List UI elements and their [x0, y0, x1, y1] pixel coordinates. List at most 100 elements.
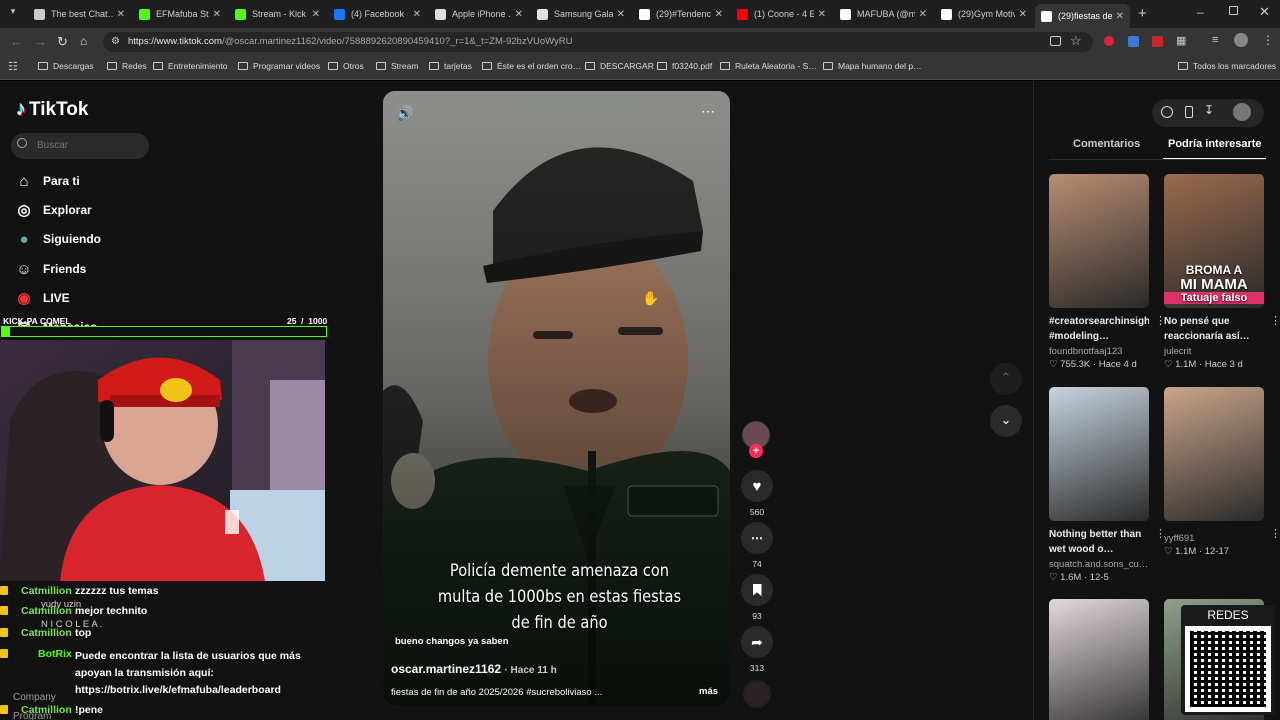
video-thumbnail[interactable]: [1164, 387, 1264, 521]
comment-button[interactable]: ⋯: [741, 522, 773, 554]
close-tab-icon[interactable]: ✕: [818, 9, 826, 20]
close-tab-icon[interactable]: ✕: [515, 9, 523, 20]
bookmark-item[interactable]: Stream: [376, 61, 418, 71]
browser-tab[interactable]: MAFUBA (@m… ✕: [834, 3, 933, 25]
close-tab-icon[interactable]: ✕: [1116, 11, 1124, 22]
video-player[interactable]: 🔊 ⋯ Policía demente amenaza con multa de…: [383, 91, 730, 706]
close-tab-icon[interactable]: ✕: [617, 9, 625, 20]
video-thumbnail[interactable]: BROMA A MI MAMA Tatuaje falso: [1164, 174, 1264, 308]
browser-tab[interactable]: Apple iPhone … ✕: [429, 3, 529, 25]
close-tab-icon[interactable]: ✕: [919, 9, 927, 20]
site-info-icon[interactable]: ⚙: [111, 36, 120, 47]
browser-tab[interactable]: (29)fiestas de f… ✕: [1035, 4, 1130, 28]
tab-suggested[interactable]: Podría interesarte: [1168, 138, 1262, 150]
back-button[interactable]: ←: [10, 34, 23, 49]
nav-item[interactable]: ● Siguiendo: [14, 228, 101, 250]
browser-tab[interactable]: (29)Gym Motiv… ✕: [935, 3, 1033, 25]
extension-red-icon[interactable]: [1104, 36, 1114, 46]
browser-tab-title: (29)#Tendencia…: [656, 9, 711, 19]
forward-button[interactable]: →: [34, 34, 47, 49]
profile-icon[interactable]: [1233, 103, 1251, 121]
browser-tab[interactable]: (1) Coone - 4 E… ✕: [731, 3, 832, 25]
previous-video-button[interactable]: ⌃: [990, 363, 1022, 395]
save-button[interactable]: [741, 574, 773, 606]
bookmark-item[interactable]: Programar videos: [238, 61, 320, 71]
suggested-video-card[interactable]: #creatorsearchinsights #modeling… foundbn…: [1049, 174, 1166, 370]
suggested-video-card[interactable]: Nothing better than wet wood o… squatch.a…: [1049, 387, 1166, 583]
browser-tab[interactable]: (4) Facebook ✕: [328, 3, 427, 25]
suggested-video-card[interactable]: [1049, 599, 1149, 720]
tab-search-button[interactable]: ▾: [6, 6, 20, 20]
more-description-button[interactable]: más: [699, 686, 718, 697]
suggested-video-card[interactable]: yyff691 ♡ 1.1M · 12-17 ⋮: [1164, 387, 1280, 557]
download-icon[interactable]: ↧: [1204, 103, 1214, 117]
maximize-button[interactable]: [1229, 6, 1238, 15]
separator-dot: ·: [1196, 546, 1205, 557]
like-button[interactable]: ♥: [741, 470, 773, 502]
extension-translate-icon[interactable]: [1128, 36, 1139, 47]
nav-item[interactable]: ☺ Friends: [14, 258, 86, 280]
bookmark-item[interactable]: Entretenimiento: [153, 61, 228, 71]
tab-comments[interactable]: Comentarios: [1073, 138, 1140, 150]
mute-speaker-icon[interactable]: 🔊: [396, 105, 413, 122]
bookmark-item[interactable]: Otros: [328, 61, 364, 71]
suggested-video-card[interactable]: BROMA A MI MAMA Tatuaje falso No pensé que …: [1164, 174, 1280, 370]
extension-m-icon[interactable]: [1152, 36, 1163, 47]
close-tab-icon[interactable]: ✕: [715, 9, 723, 20]
close-tab-icon[interactable]: ✕: [213, 9, 221, 20]
bookmark-item[interactable]: Mapa humano del p…: [823, 61, 922, 71]
bookmark-item[interactable]: f03240.pdf: [657, 61, 712, 71]
video-thumbnail[interactable]: [1049, 599, 1149, 720]
extensions-puzzle-icon[interactable]: ▦: [1176, 34, 1186, 47]
video-more-icon[interactable]: ⋯: [701, 103, 716, 120]
share-button[interactable]: ➦: [741, 626, 773, 658]
tab-divider: [1049, 159, 1266, 160]
bookmark-item[interactable]: tarjetas: [429, 61, 472, 71]
music-disc-icon[interactable]: [743, 680, 771, 708]
browser-tab[interactable]: Samsung Gala… ✕: [531, 3, 631, 25]
card-more-icon[interactable]: ⋮: [1270, 527, 1280, 540]
search-input[interactable]: [11, 133, 149, 159]
apps-grid-icon[interactable]: ☷: [8, 60, 18, 73]
close-tab-icon[interactable]: ✕: [117, 9, 125, 20]
close-window-button[interactable]: ✕: [1259, 4, 1270, 20]
tiktok-logo[interactable]: ♪ TikTok: [16, 98, 88, 121]
video-thumbnail[interactable]: [1049, 174, 1149, 308]
card-more-icon[interactable]: ⋮: [1270, 314, 1280, 327]
bookmark-item[interactable]: Éste es el orden cro…: [482, 61, 581, 71]
bookmark-item[interactable]: Redes: [107, 61, 147, 71]
home-button[interactable]: ⌂: [80, 34, 87, 48]
bookmark-item[interactable]: DESCARGAR: [585, 61, 654, 71]
browser-tab-title: Stream - Kick D…: [252, 9, 308, 19]
browser-tab[interactable]: The best Chat… ✕: [28, 3, 131, 25]
close-tab-icon[interactable]: ✕: [312, 9, 320, 20]
bookmark-item[interactable]: Ruleta Aleatoria - S…: [720, 61, 817, 71]
new-tab-button[interactable]: +: [1138, 5, 1147, 22]
next-video-button[interactable]: ⌄: [990, 405, 1022, 437]
follow-plus-button[interactable]: +: [749, 444, 763, 458]
nav-item[interactable]: ◉ LIVE: [14, 287, 69, 309]
browser-tab[interactable]: (29)#Tendencia… ✕: [633, 3, 729, 25]
device-icon[interactable]: [1185, 106, 1193, 118]
all-bookmarks-folder[interactable]: Todos los marcadores: [1178, 61, 1276, 71]
video-thumbnail[interactable]: [1049, 387, 1149, 521]
nav-item[interactable]: ◎ Explorar: [14, 199, 91, 221]
chat-text: top: [75, 627, 92, 639]
browser-tab[interactable]: Stream - Kick D… ✕: [229, 3, 326, 25]
streamer-webcam-image: [0, 340, 325, 581]
browser-menu-icon[interactable]: ⋮: [1262, 33, 1274, 47]
url-text[interactable]: https://www.tiktok.com/@oscar.martinez11…: [128, 36, 573, 47]
video-author-link[interactable]: oscar.martinez1162 · Hace 11 h: [391, 662, 557, 676]
bookmark-star-icon[interactable]: ☆: [1070, 33, 1082, 49]
close-tab-icon[interactable]: ✕: [413, 9, 421, 20]
close-tab-icon[interactable]: ✕: [1019, 9, 1027, 20]
reload-button[interactable]: ↻: [57, 34, 68, 50]
bookmark-item[interactable]: Descargas: [38, 61, 94, 71]
compass-mini-icon[interactable]: [1161, 106, 1173, 118]
reading-list-icon[interactable]: ≡: [1212, 34, 1218, 46]
install-app-icon[interactable]: [1050, 36, 1061, 46]
browser-tab[interactable]: EFMafuba Stre… ✕: [133, 3, 227, 25]
nav-item[interactable]: ⌂ Para ti: [14, 170, 79, 192]
profile-avatar-icon[interactable]: [1234, 33, 1248, 47]
minimize-button[interactable]: –: [1197, 5, 1204, 19]
